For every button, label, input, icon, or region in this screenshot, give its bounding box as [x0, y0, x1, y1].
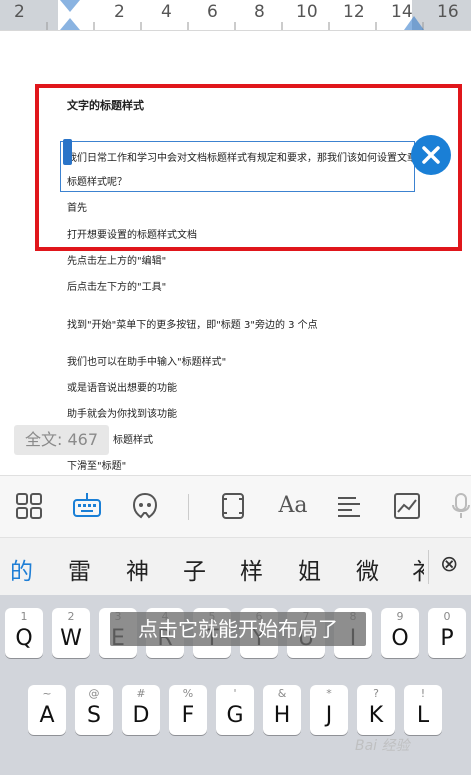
key-sup: ~	[42, 687, 52, 700]
key-a[interactable]: ~ A	[28, 685, 66, 735]
word-count-badge: 全文: 467	[14, 425, 109, 455]
key-sup: ?	[373, 687, 379, 700]
microphone-icon[interactable]	[448, 491, 471, 521]
candidate-word[interactable]: 雷	[68, 552, 91, 586]
delete-candidates-icon[interactable]: ⊗	[440, 552, 458, 577]
key-label: K	[368, 703, 384, 728]
ruler: 2 2 4 6 8 10 12 14 16	[0, 0, 471, 31]
align-icon[interactable]	[334, 491, 364, 521]
key-g[interactable]: ' G	[216, 685, 254, 735]
paragraph-line: 后点击左下方的"工具"	[67, 282, 167, 293]
paragraph-line: 我们也可以在助手中输入"标题样式"	[67, 357, 227, 368]
paragraph-line: 找到"开始"菜单下的更多按钮，即"标题 3"旁边的 3 个点	[67, 320, 318, 331]
candidate-word[interactable]: 样	[240, 552, 263, 586]
paragraph-line: 或是语音说出想要的功能	[67, 383, 177, 394]
video-subtitle: 点击它就能开始布局了	[110, 612, 366, 646]
highlight-annotation-box	[35, 84, 462, 251]
key-label: H	[273, 703, 291, 728]
bottom-toolbar: Aa	[0, 475, 471, 538]
apps-grid-icon[interactable]	[14, 491, 44, 521]
indent-marker-icon[interactable]	[58, 0, 82, 30]
key-sup: 1	[20, 610, 28, 623]
candidate-word[interactable]: 衤	[412, 552, 424, 586]
key-label: W	[60, 626, 82, 651]
paragraph-line: 助手就会为你找到该功能	[67, 409, 177, 420]
paragraph-line: 下滑至"标题"	[67, 461, 127, 472]
key-label: J	[325, 703, 333, 728]
key-sup: %	[182, 687, 194, 700]
key-sup: !	[420, 687, 426, 700]
key-h[interactable]: & H	[263, 685, 301, 735]
key-sup: 0	[443, 610, 451, 623]
candidate-word[interactable]: 微	[356, 552, 379, 586]
key-sup: '	[233, 687, 237, 700]
right-indent-marker-icon[interactable]	[402, 0, 426, 30]
key-q[interactable]: 1Q	[5, 608, 43, 658]
key-label: L	[416, 703, 430, 728]
font-icon[interactable]: Aa	[276, 491, 310, 521]
keyboard-icon[interactable]	[72, 491, 102, 521]
key-label: S	[87, 703, 101, 728]
key-label: G	[226, 703, 244, 728]
key-p[interactable]: 0P	[428, 608, 466, 658]
key-j[interactable]: * J	[310, 685, 348, 735]
key-label: Q	[15, 626, 33, 651]
key-sup: &	[277, 687, 287, 700]
key-label: A	[39, 703, 55, 728]
key-sup: 2	[67, 610, 75, 623]
candidate-word[interactable]: 的	[10, 552, 33, 586]
candidate-divider	[428, 550, 429, 584]
key-sup: #	[136, 687, 146, 700]
paragraph-line: 先点击左上方的"编辑"	[67, 256, 167, 267]
key-k[interactable]: ? K	[357, 685, 395, 735]
key-s[interactable]: @ S	[75, 685, 113, 735]
key-label: D	[132, 703, 150, 728]
key-l[interactable]: ! L	[404, 685, 442, 735]
document-canvas[interactable]: 文字的标题样式 我们日常工作和学习中会对文档标题样式有规定和要求，那我们该如何设…	[0, 31, 471, 473]
paragraph-line: 标题样式	[113, 435, 153, 446]
key-sup: @	[88, 687, 100, 700]
key-w[interactable]: 2W	[52, 608, 90, 658]
key-sup: *	[326, 687, 332, 700]
candidate-word[interactable]: 子	[183, 552, 206, 586]
key-label: O	[391, 626, 409, 651]
assistant-icon[interactable]	[130, 491, 160, 521]
watermark-logo: Bai 经验	[355, 738, 410, 754]
chart-icon[interactable]	[392, 491, 422, 521]
key-d[interactable]: # D	[122, 685, 160, 735]
key-label: P	[440, 626, 454, 651]
key-f[interactable]: % F	[169, 685, 207, 735]
candidate-word[interactable]: 神	[126, 552, 149, 586]
ime-candidate-bar: 的 雷 神 子 样 姐 微 衤 ⊗	[0, 537, 471, 596]
toolbar-divider	[188, 494, 189, 520]
frame-icon[interactable]	[218, 491, 248, 521]
candidate-word[interactable]: 姐	[298, 552, 321, 586]
key-o[interactable]: 9O	[381, 608, 419, 658]
key-sup: 9	[396, 610, 404, 623]
key-label: F	[181, 703, 195, 728]
